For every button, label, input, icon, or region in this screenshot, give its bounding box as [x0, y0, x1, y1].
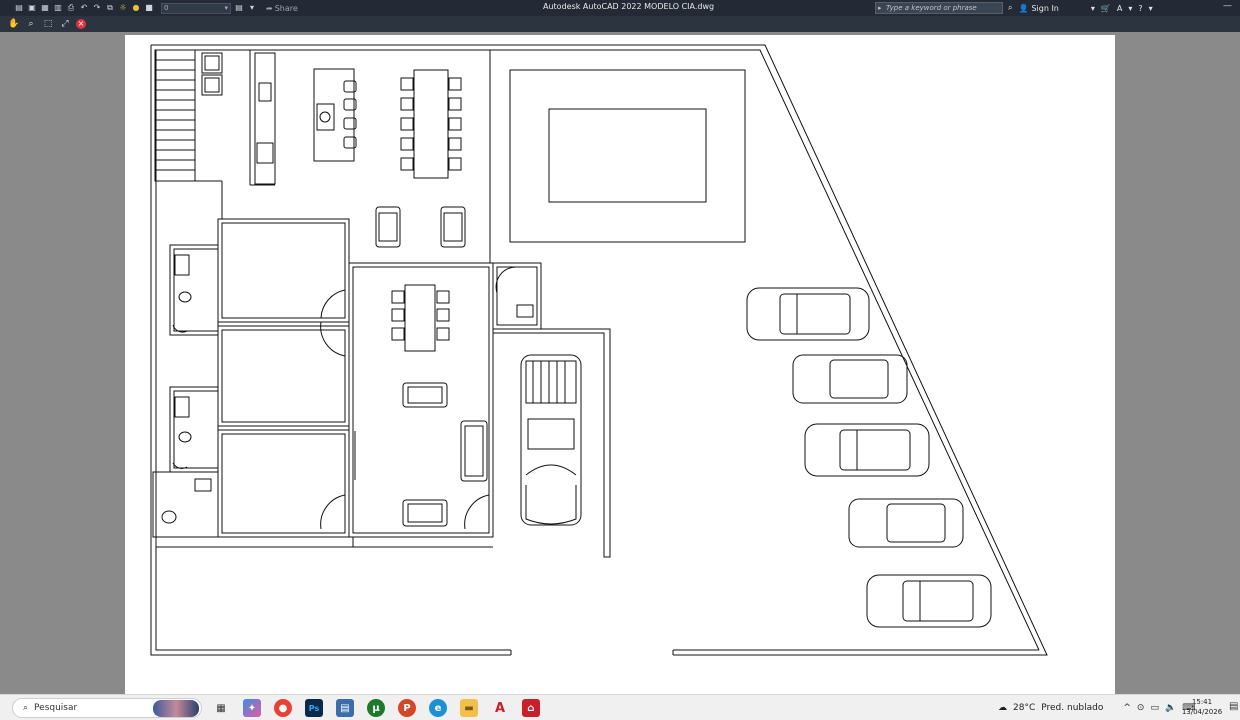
taskbar-search-placeholder: Pesquisar — [34, 703, 78, 713]
save-icon[interactable]: ▣ — [27, 4, 37, 13]
autocad-window: ▤ ▣ ▦ ▥ ⎙ ↶ ↷ ⧉ ☼ ● ■ 0 ▾ ▤ ▾ ➦ Share Au… — [0, 0, 1240, 720]
utorrent-icon[interactable]: µ — [367, 699, 385, 717]
layer-dropdown[interactable]: 0 ▾ — [161, 2, 231, 14]
photoshop-icon[interactable]: Ps — [305, 699, 323, 717]
title-bar: ▤ ▣ ▦ ▥ ⎙ ↶ ↷ ⧉ ☼ ● ■ 0 ▾ ▤ ▾ ➦ Share Au… — [0, 0, 1240, 16]
navigation-toolbar: ✋ ⌕ ⬚ ⤢ × — [0, 16, 1240, 32]
extents-icon[interactable]: ⤢ — [59, 18, 71, 30]
search-icon: ⌕ — [23, 703, 29, 713]
acrobat-icon[interactable]: ⌂ — [522, 699, 540, 717]
share-icon: ➦ — [266, 3, 273, 13]
app-title: Autodesk AutoCAD 2022 MODELO CIA.dwg — [543, 2, 715, 11]
monitor-icon[interactable]: ▭ — [1150, 703, 1159, 713]
open-icon[interactable]: ▤ — [14, 4, 24, 13]
chevron-right-icon: ▸ — [878, 4, 882, 12]
lot-boundary — [151, 44, 1048, 656]
edge-icon[interactable]: e — [429, 699, 447, 717]
pool-outer — [509, 69, 746, 243]
saveas-icon[interactable]: ▦ — [40, 4, 50, 13]
share-label: Share — [274, 3, 298, 13]
system-tray: ☁ 28°C Pred. nublado ^ ⊙ ▭ 🔈 ⌨ — [998, 699, 1195, 717]
taskbar-clock[interactable]: 15:41 13/04/2026 — [1180, 697, 1224, 717]
clock-date: 13/04/2026 — [1181, 708, 1223, 716]
taskbar-apps: ▦ ✦ ● Ps ▤ µ P e ▬ A ⌂ — [212, 698, 540, 718]
quick-access-toolbar: ▤ ▣ ▦ ▥ ⎙ ↶ ↷ ⧉ ☼ ● ■ 0 ▾ ▤ ▾ ➦ Share — [0, 2, 298, 14]
chevron-up-icon[interactable]: ^ — [1123, 703, 1131, 713]
chevron-down-icon[interactable]: ▾ — [1128, 4, 1132, 13]
user-icon: 👤 — [1018, 3, 1029, 13]
lightbulb-icon[interactable]: ● — [131, 4, 141, 13]
network-icon[interactable]: ⊙ — [1137, 703, 1145, 713]
layout-paper — [125, 35, 1115, 694]
minimize-button[interactable]: — — [1223, 1, 1232, 11]
help-search-placeholder: Type a keyword or phrase — [886, 4, 977, 12]
volume-icon[interactable]: 🔈 — [1165, 703, 1176, 713]
zoom-window-icon[interactable]: ⬚ — [42, 18, 54, 30]
chrome-icon[interactable]: ● — [274, 699, 292, 717]
undo-icon[interactable]: ↶ — [79, 4, 89, 13]
search-highlight-image — [153, 700, 199, 717]
pool-inner — [548, 108, 707, 203]
chevron-down-icon[interactable]: ▾ — [1149, 4, 1153, 13]
pickup-truck — [520, 354, 582, 526]
help-icon[interactable]: ? — [1138, 4, 1142, 13]
zoom-icon[interactable]: ⌕ — [25, 18, 37, 30]
pan-icon[interactable]: ✋ — [8, 18, 20, 30]
task-view-icon[interactable]: ▦ — [212, 699, 230, 717]
close-drawing-icon[interactable]: × — [76, 19, 86, 29]
dining-table — [413, 69, 449, 179]
floor-plan-drawing — [150, 44, 1048, 656]
square-icon[interactable]: ■ — [144, 4, 154, 13]
drawing-canvas[interactable] — [0, 32, 1240, 694]
chevron-down-icon[interactable]: ▾ — [1091, 4, 1095, 13]
weather-icon: ☁ — [998, 703, 1007, 713]
sun-icon[interactable]: ☼ — [118, 4, 128, 13]
calculator-icon[interactable]: ▤ — [336, 699, 354, 717]
sign-in-button[interactable]: 👤 Sign In — [1018, 4, 1058, 13]
clock-time: 15:41 — [1191, 698, 1213, 706]
binoculars-icon[interactable]: ⌕ — [1008, 3, 1012, 13]
notification-icon[interactable]: ▤ — [1229, 701, 1238, 712]
taskbar-search[interactable]: ⌕ Pesquisar — [12, 698, 202, 718]
weather-desc[interactable]: Pred. nublado — [1041, 703, 1103, 713]
living-area — [348, 262, 494, 538]
lot-boundary-left — [150, 45, 511, 656]
file-explorer-icon[interactable]: ▬ — [460, 699, 478, 717]
titlebar-right: ⌕ 👤 Sign In ▾ 🛒 A ▾ ? ▾ — [1008, 1, 1153, 15]
weather-temp[interactable]: 28°C — [1013, 703, 1035, 713]
windows-taskbar: ⌕ Pesquisar ▦ ✦ ● Ps ▤ µ P e ▬ A ⌂ ☁ 28°… — [0, 694, 1240, 720]
copilot-icon[interactable]: ✦ — [243, 699, 261, 717]
autodesk-app-icon[interactable]: A — [1117, 4, 1122, 13]
plot-icon[interactable]: ▥ — [53, 4, 63, 13]
redo-icon[interactable]: ↷ — [92, 4, 102, 13]
help-search-input[interactable]: ▸ Type a keyword or phrase — [875, 2, 1003, 14]
share-button[interactable]: ➦ Share — [266, 4, 298, 13]
parked-cars — [746, 287, 992, 628]
match-icon[interactable]: ▾ — [247, 4, 257, 13]
powerpoint-icon[interactable]: P — [398, 699, 416, 717]
layer-properties-icon[interactable]: ▤ — [234, 4, 244, 13]
cart-icon[interactable]: 🛒 — [1101, 4, 1111, 13]
layer-dropdown-value: 0 — [164, 4, 169, 12]
print-icon[interactable]: ⎙ — [66, 4, 76, 13]
layer-icon[interactable]: ⧉ — [105, 4, 115, 13]
chevron-down-icon: ▾ — [224, 4, 228, 12]
sign-in-label: Sign In — [1031, 3, 1059, 13]
autocad-icon[interactable]: A — [491, 699, 509, 717]
